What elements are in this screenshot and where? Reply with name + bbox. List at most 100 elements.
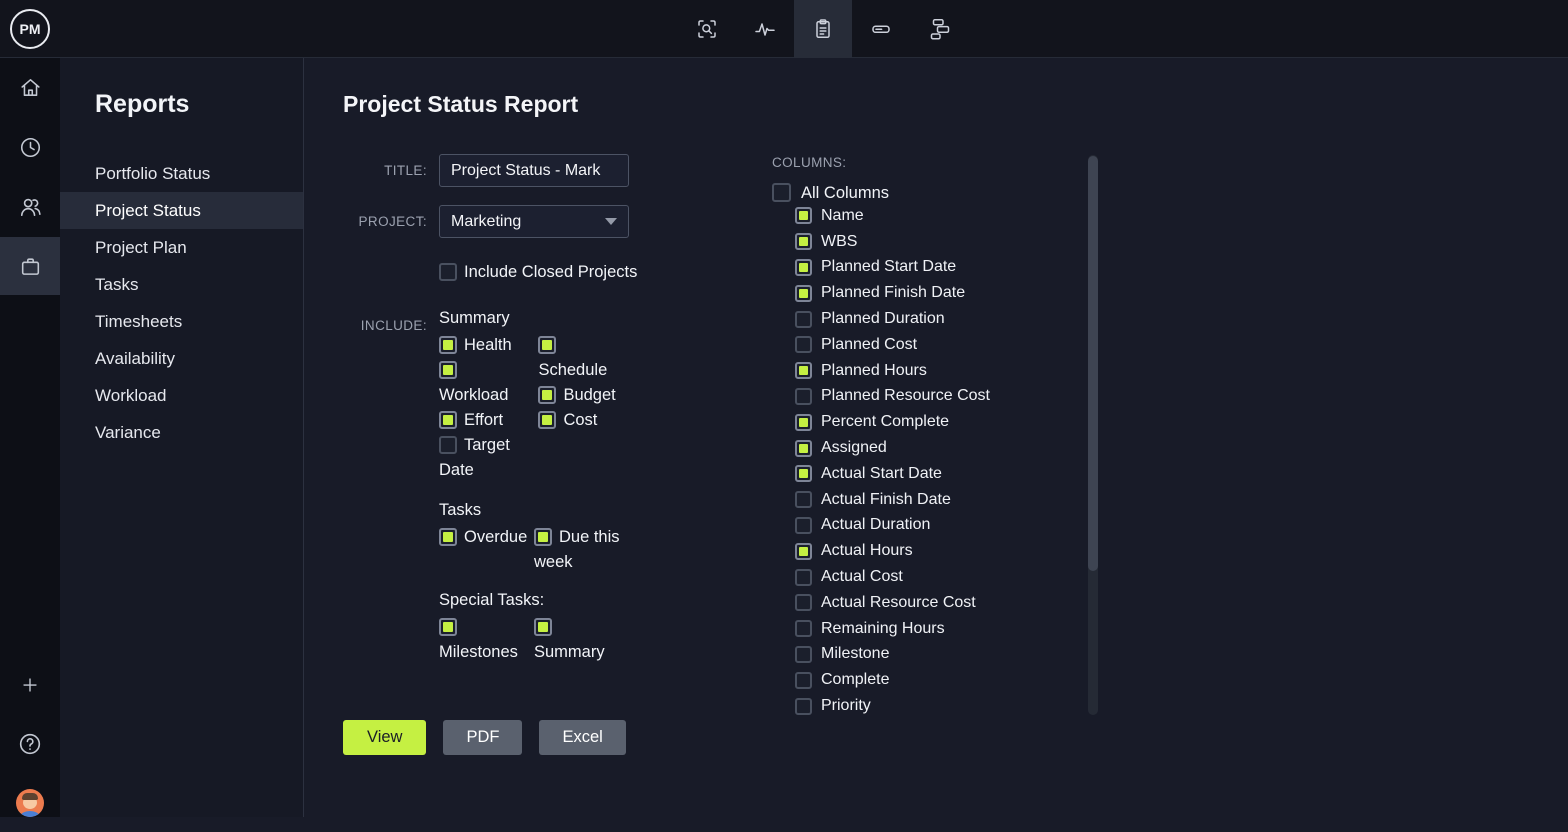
checkbox-icon[interactable] — [795, 594, 812, 611]
pm-logo[interactable]: PM — [10, 9, 50, 49]
option-checkbox[interactable]: Overdue — [439, 525, 528, 550]
checkbox-icon[interactable] — [439, 618, 457, 636]
clock-icon[interactable] — [0, 118, 60, 176]
checkbox-icon[interactable] — [795, 491, 812, 508]
sidebar-report-item[interactable]: Project Plan — [60, 229, 303, 266]
checkbox-icon[interactable] — [538, 386, 556, 404]
column-checkbox-row[interactable]: Planned Resource Cost — [795, 384, 1092, 410]
sidebar-report-item[interactable]: Workload — [60, 377, 303, 414]
column-checkbox-row[interactable]: Milestone — [795, 642, 1092, 668]
sidebar-report-item[interactable]: Variance — [60, 414, 303, 451]
checkbox-icon[interactable] — [795, 646, 812, 663]
column-checkbox-row[interactable]: Planned Start Date — [795, 255, 1092, 281]
reports-panel-title: Reports — [95, 90, 303, 119]
column-checkbox-row[interactable]: Assigned — [795, 435, 1092, 461]
column-checkbox-row[interactable]: Planned Duration — [795, 306, 1092, 332]
sidebar-report-item[interactable]: Timesheets — [60, 303, 303, 340]
column-checkbox-row[interactable]: Actual Cost — [795, 564, 1092, 590]
box-search-icon[interactable] — [678, 0, 736, 58]
project-select-value: Marketing — [451, 213, 521, 231]
action-button[interactable]: Excel — [539, 720, 625, 755]
checkbox-icon[interactable] — [795, 517, 812, 534]
option-checkbox[interactable]: Summary — [534, 615, 623, 665]
column-checkbox-row[interactable]: Complete — [795, 667, 1092, 693]
column-checkbox-row[interactable]: Actual Resource Cost — [795, 590, 1092, 616]
checkbox-icon[interactable] — [439, 361, 457, 379]
sidebar-report-item[interactable]: Project Status — [60, 192, 303, 229]
home-icon[interactable] — [0, 58, 60, 116]
summary-col-2: Schedule Budget Cost — [538, 333, 627, 433]
projects-briefcase-icon[interactable] — [0, 237, 60, 295]
activity-icon[interactable] — [736, 0, 794, 58]
checkbox-icon[interactable] — [795, 569, 812, 586]
column-checkbox-row[interactable]: Actual Start Date — [795, 461, 1092, 487]
checkbox-icon[interactable] — [795, 336, 812, 353]
checkbox-icon[interactable] — [795, 543, 812, 560]
checkbox-icon[interactable] — [795, 311, 812, 328]
checkbox-icon[interactable] — [538, 411, 556, 429]
option-checkbox[interactable]: Health — [439, 333, 528, 358]
user-avatar[interactable] — [0, 774, 60, 832]
column-checkbox-row[interactable]: Actual Duration — [795, 513, 1092, 539]
column-checkbox-row[interactable]: Percent Complete — [795, 409, 1092, 435]
sidebar-report-item[interactable]: Tasks — [60, 266, 303, 303]
checkbox-icon[interactable] — [534, 528, 552, 546]
option-checkbox[interactable]: Target Date — [439, 433, 528, 483]
report-clipboard-icon[interactable] — [794, 0, 852, 58]
column-checkbox-row[interactable]: Name — [795, 203, 1092, 229]
column-checkbox-row[interactable]: Planned Hours — [795, 358, 1092, 384]
page-title: Project Status Report — [343, 91, 578, 118]
option-checkbox[interactable]: Budget — [538, 383, 627, 408]
checkbox-icon[interactable] — [795, 362, 812, 379]
checkbox-icon[interactable] — [538, 336, 556, 354]
checkbox-icon[interactable] — [795, 465, 812, 482]
scrollbar-thumb[interactable] — [1088, 156, 1098, 571]
checkbox-icon[interactable] — [795, 440, 812, 457]
checkbox-icon[interactable] — [795, 233, 812, 250]
option-checkbox[interactable]: Milestones — [439, 615, 528, 665]
report-title-input[interactable] — [439, 154, 629, 187]
include-closed-checkbox[interactable]: Include Closed Projects — [439, 260, 637, 285]
option-checkbox[interactable]: Schedule — [538, 333, 627, 383]
option-checkbox[interactable]: Due this week — [534, 525, 623, 575]
checkbox-icon[interactable] — [439, 528, 457, 546]
checkbox-icon[interactable] — [795, 388, 812, 405]
option-checkbox[interactable]: Workload — [439, 358, 528, 408]
column-checkbox-row[interactable]: Planned Finish Date — [795, 280, 1092, 306]
plus-icon[interactable] — [0, 656, 60, 714]
column-checkbox-row[interactable]: Remaining Hours — [795, 616, 1092, 642]
column-checkbox-row[interactable]: Actual Hours — [795, 538, 1092, 564]
sidebar-report-item[interactable]: Availability — [60, 340, 303, 377]
checkbox-icon[interactable] — [795, 672, 812, 689]
timeline-bar-icon[interactable] — [852, 0, 910, 58]
checkbox-icon[interactable] — [439, 411, 457, 429]
all-columns-checkbox[interactable]: All Columns — [772, 184, 889, 202]
checkbox-icon[interactable] — [795, 414, 812, 431]
checkbox-icon[interactable] — [795, 285, 812, 302]
column-checkbox-row[interactable]: Priority — [795, 693, 1092, 719]
checkbox-icon[interactable] — [439, 263, 457, 281]
help-icon[interactable] — [0, 715, 60, 773]
columns-scrollbar[interactable] — [1088, 155, 1098, 715]
checkbox-icon[interactable] — [772, 183, 791, 202]
team-icon[interactable] — [0, 178, 60, 236]
checkbox-icon[interactable] — [795, 620, 812, 637]
checkbox-icon[interactable] — [795, 207, 812, 224]
project-select[interactable]: Marketing — [439, 205, 629, 238]
action-button[interactable]: View — [343, 720, 426, 755]
sidebar-report-item[interactable]: Portfolio Status — [60, 155, 303, 192]
checkbox-icon[interactable] — [534, 618, 552, 636]
checkbox-icon[interactable] — [795, 259, 812, 276]
column-checkbox-row[interactable]: Planned Cost — [795, 332, 1092, 358]
option-checkbox[interactable]: Cost — [538, 408, 627, 433]
special-tasks-options: Milestones Summary — [439, 615, 633, 665]
checkbox-icon[interactable] — [795, 698, 812, 715]
column-checkbox-row[interactable]: WBS — [795, 229, 1092, 255]
tasks-group: Tasks Overdue Due this week — [439, 501, 633, 575]
checkbox-icon[interactable] — [439, 436, 457, 454]
checkbox-icon[interactable] — [439, 336, 457, 354]
option-checkbox[interactable]: Effort — [439, 408, 528, 433]
column-checkbox-row[interactable]: Actual Finish Date — [795, 487, 1092, 513]
workflow-icon[interactable] — [910, 0, 968, 58]
action-button[interactable]: PDF — [443, 720, 522, 755]
